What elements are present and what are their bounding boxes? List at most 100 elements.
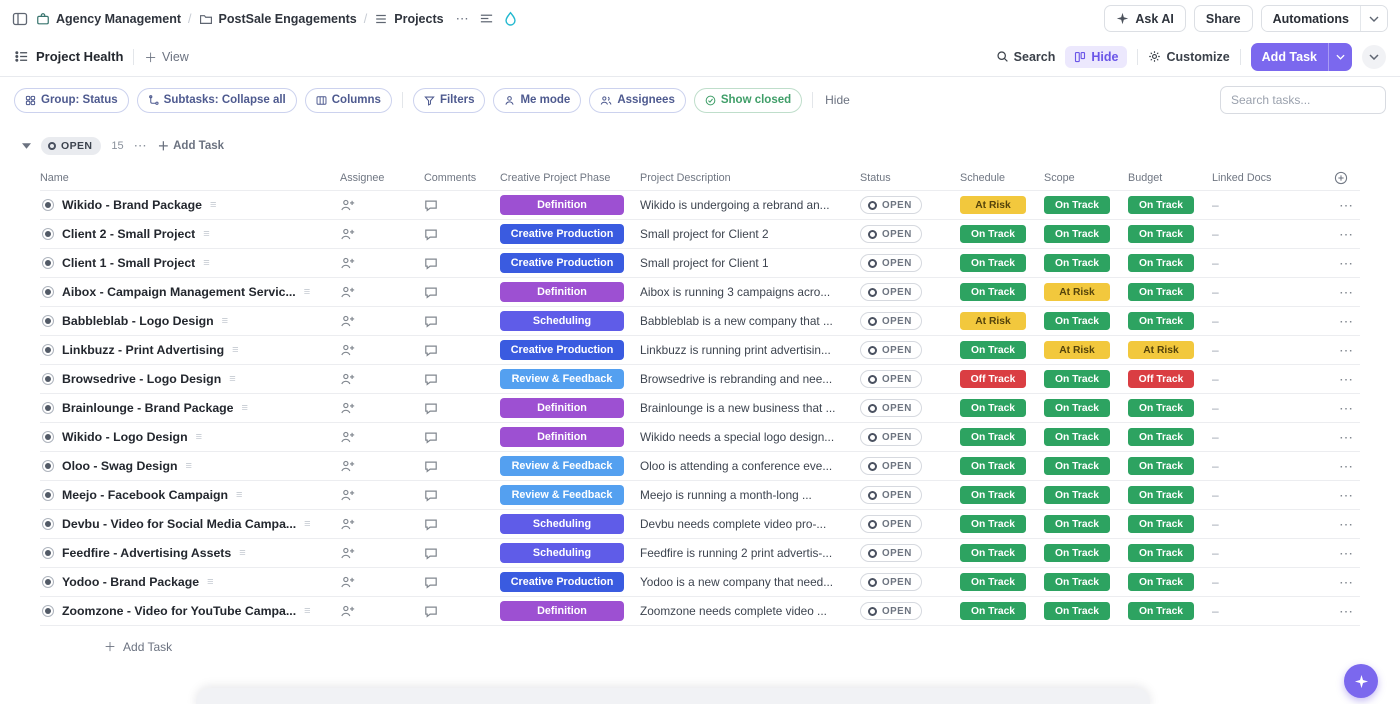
table-row[interactable]: Client 2 - Small Project ≡ Creative Prod… bbox=[40, 220, 1360, 249]
search-button[interactable]: Search bbox=[996, 50, 1055, 64]
schedule-badge[interactable]: At Risk bbox=[960, 312, 1026, 330]
row-menu-ellipsis[interactable]: ⋯ bbox=[1339, 255, 1360, 272]
scope-badge[interactable]: On Track bbox=[1044, 457, 1110, 475]
table-row[interactable]: Devbu - Video for Social Media Campa... … bbox=[40, 510, 1360, 539]
table-row[interactable]: Meejo - Facebook Campaign ≡ Review & Fee… bbox=[40, 481, 1360, 510]
row-menu-ellipsis[interactable]: ⋯ bbox=[1339, 226, 1360, 243]
add-assignee-icon[interactable] bbox=[340, 459, 355, 473]
task-status-icon[interactable] bbox=[42, 315, 54, 327]
scope-badge[interactable]: On Track bbox=[1044, 225, 1110, 243]
breadcrumb-workspace[interactable]: Agency Management bbox=[36, 12, 181, 26]
table-row[interactable]: Feedfire - Advertising Assets ≡ Scheduli… bbox=[40, 539, 1360, 568]
table-row[interactable]: Brainlounge - Brand Package ≡ Definition… bbox=[40, 394, 1360, 423]
scope-badge[interactable]: On Track bbox=[1044, 515, 1110, 533]
project-description[interactable]: Zoomzone needs complete video ... bbox=[640, 604, 860, 618]
breadcrumb-ellipsis[interactable]: ⋯ bbox=[456, 11, 469, 27]
search-tasks-input[interactable] bbox=[1220, 86, 1386, 114]
add-assignee-icon[interactable] bbox=[340, 401, 355, 415]
hide-fields-button[interactable]: Hide bbox=[1065, 45, 1128, 68]
scope-badge[interactable]: On Track bbox=[1044, 544, 1110, 562]
task-status-icon[interactable] bbox=[42, 431, 54, 443]
comment-icon[interactable] bbox=[424, 402, 438, 415]
project-description[interactable]: Yodoo is a new company that need... bbox=[640, 575, 860, 589]
task-status-pill[interactable]: OPEN bbox=[860, 370, 922, 388]
row-menu-ellipsis[interactable]: ⋯ bbox=[1339, 545, 1360, 562]
ask-ai-button[interactable]: Ask AI bbox=[1104, 5, 1186, 32]
subtasks-button[interactable]: Subtasks: Collapse all bbox=[136, 87, 297, 113]
column-header-comments[interactable]: Comments bbox=[424, 172, 500, 184]
column-header-budget[interactable]: Budget bbox=[1128, 172, 1212, 184]
task-status-icon[interactable] bbox=[42, 460, 54, 472]
add-assignee-icon[interactable] bbox=[340, 372, 355, 386]
task-name[interactable]: Client 2 - Small Project bbox=[62, 227, 195, 241]
phase-badge[interactable]: Scheduling bbox=[500, 543, 624, 563]
scope-badge[interactable]: On Track bbox=[1044, 602, 1110, 620]
customize-button[interactable]: Customize bbox=[1148, 50, 1230, 64]
schedule-badge[interactable]: On Track bbox=[960, 428, 1026, 446]
task-status-pill[interactable]: OPEN bbox=[860, 225, 922, 243]
group-add-task-button[interactable]: ＋ Add Task bbox=[158, 138, 224, 154]
table-row[interactable]: Wikido - Brand Package ≡ Definition Wiki… bbox=[40, 191, 1360, 220]
filters-button[interactable]: Filters bbox=[412, 87, 486, 113]
comment-icon[interactable] bbox=[424, 257, 438, 270]
row-menu-ellipsis[interactable]: ⋯ bbox=[1339, 371, 1360, 388]
task-name[interactable]: Meejo - Facebook Campaign bbox=[62, 488, 228, 502]
task-name[interactable]: Client 1 - Small Project bbox=[62, 256, 195, 270]
budget-badge[interactable]: On Track bbox=[1128, 457, 1194, 475]
phase-badge[interactable]: Definition bbox=[500, 282, 624, 302]
task-status-icon[interactable] bbox=[42, 373, 54, 385]
add-assignee-icon[interactable] bbox=[340, 198, 355, 212]
row-menu-ellipsis[interactable]: ⋯ bbox=[1339, 458, 1360, 475]
row-menu-ellipsis[interactable]: ⋯ bbox=[1339, 342, 1360, 359]
project-description[interactable]: Wikido needs a special logo design... bbox=[640, 430, 860, 444]
comment-icon[interactable] bbox=[424, 228, 438, 241]
task-name[interactable]: Brainlounge - Brand Package bbox=[62, 401, 234, 415]
task-status-pill[interactable]: OPEN bbox=[860, 428, 922, 446]
schedule-badge[interactable]: On Track bbox=[960, 254, 1026, 272]
task-name[interactable]: Browsedrive - Logo Design bbox=[62, 372, 221, 386]
group-by-button[interactable]: Group: Status bbox=[14, 87, 129, 113]
row-menu-ellipsis[interactable]: ⋯ bbox=[1339, 429, 1360, 446]
row-menu-ellipsis[interactable]: ⋯ bbox=[1339, 313, 1360, 330]
comment-icon[interactable] bbox=[424, 373, 438, 386]
task-status-pill[interactable]: OPEN bbox=[860, 573, 922, 591]
comment-icon[interactable] bbox=[424, 199, 438, 212]
schedule-badge[interactable]: On Track bbox=[960, 225, 1026, 243]
column-header-phase[interactable]: Creative Project Phase bbox=[500, 172, 640, 184]
budget-badge[interactable]: On Track bbox=[1128, 573, 1194, 591]
phase-badge[interactable]: Definition bbox=[500, 398, 624, 418]
task-status-icon[interactable] bbox=[42, 489, 54, 501]
phase-badge[interactable]: Definition bbox=[500, 195, 624, 215]
row-menu-ellipsis[interactable]: ⋯ bbox=[1339, 516, 1360, 533]
task-status-pill[interactable]: OPEN bbox=[860, 486, 922, 504]
sidebar-toggle-icon[interactable] bbox=[12, 11, 28, 27]
table-row[interactable]: Oloo - Swag Design ≡ Review & Feedback O… bbox=[40, 452, 1360, 481]
add-assignee-icon[interactable] bbox=[340, 575, 355, 589]
add-assignee-icon[interactable] bbox=[340, 285, 355, 299]
task-name[interactable]: Aibox - Campaign Management Servic... bbox=[62, 285, 296, 299]
task-status-icon[interactable] bbox=[42, 228, 54, 240]
scope-badge[interactable]: On Track bbox=[1044, 312, 1110, 330]
budget-badge[interactable]: On Track bbox=[1128, 602, 1194, 620]
task-name[interactable]: Zoomzone - Video for YouTube Campa... bbox=[62, 604, 296, 618]
column-header-assignee[interactable]: Assignee bbox=[340, 172, 424, 184]
phase-badge[interactable]: Review & Feedback bbox=[500, 485, 624, 505]
bottom-add-task-button[interactable]: ＋ Add Task bbox=[40, 626, 1360, 655]
table-row[interactable]: Wikido - Logo Design ≡ Definition Wikido… bbox=[40, 423, 1360, 452]
scope-badge[interactable]: On Track bbox=[1044, 399, 1110, 417]
tab-project-health[interactable]: Project Health bbox=[14, 49, 123, 64]
task-name[interactable]: Wikido - Brand Package bbox=[62, 198, 202, 212]
scope-badge[interactable]: On Track bbox=[1044, 370, 1110, 388]
column-header-name[interactable]: Name bbox=[40, 172, 340, 184]
budget-badge[interactable]: On Track bbox=[1128, 312, 1194, 330]
comment-icon[interactable] bbox=[424, 489, 438, 502]
budget-badge[interactable]: At Risk bbox=[1128, 341, 1194, 359]
show-closed-button[interactable]: Show closed bbox=[693, 87, 803, 113]
budget-badge[interactable]: On Track bbox=[1128, 254, 1194, 272]
project-description[interactable]: Meejo is running a month-long ... bbox=[640, 488, 860, 502]
budget-badge[interactable]: On Track bbox=[1128, 486, 1194, 504]
scope-badge[interactable]: On Track bbox=[1044, 254, 1110, 272]
project-description[interactable]: Browsedrive is rebranding and nee... bbox=[640, 372, 860, 386]
breadcrumb-folder[interactable]: PostSale Engagements bbox=[199, 12, 357, 26]
comment-icon[interactable] bbox=[424, 460, 438, 473]
